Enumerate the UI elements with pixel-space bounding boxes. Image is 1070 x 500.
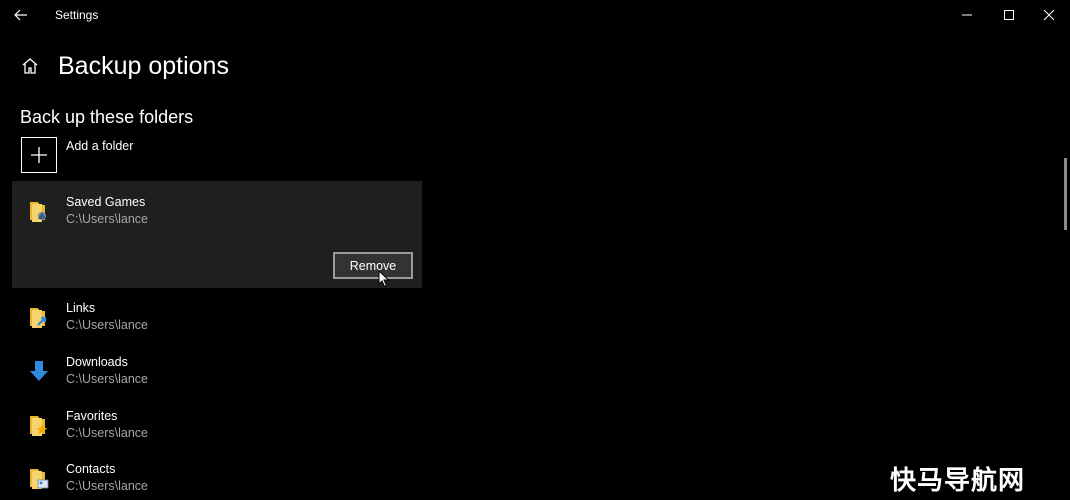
add-box[interactable] [21,137,57,173]
folder-path: C:\Users\lance [66,318,148,332]
page-header: Backup options [20,50,229,82]
folder-path: C:\Users\lance [66,372,148,386]
close-button[interactable] [1026,0,1070,30]
folder-name: Contacts [66,462,116,476]
watermark: 快马导航网 [890,466,1026,496]
section-title: Back up these folders [20,107,194,127]
vertical-scrollbar[interactable] [1064,158,1067,230]
back-button[interactable] [6,2,36,28]
add-folder-label: Add a folder [66,139,134,153]
folder-name: Saved Games [66,195,146,209]
remove-button[interactable]: Remove [333,252,413,279]
downloads-arrow-icon [30,361,48,381]
folder-item-links[interactable]: Links C:\Users\lance [26,300,148,333]
home-icon[interactable] [20,55,42,77]
page-title: Backup options [58,51,229,80]
folder-name: Links [66,301,96,315]
folder-name: Favorites [66,409,118,423]
minimize-button[interactable] [944,0,990,30]
title-bar: Settings [0,0,1070,30]
window-title: Settings [55,8,99,22]
add-folder-button[interactable]: Add a folder [21,137,133,173]
back-arrow-icon [14,9,27,21]
close-icon [1043,9,1055,21]
folder-item-contacts[interactable]: Contacts C:\Users\lance [26,461,148,494]
plus-icon [31,147,47,163]
links-folder-icon [30,308,47,328]
saved-games-folder-icon [30,202,46,222]
mouse-cursor-icon [378,270,390,288]
folder-item-favorites[interactable]: Favorites C:\Users\lance [26,408,148,441]
folder-name: Downloads [66,355,128,369]
minimize-icon [962,14,972,16]
favorites-folder-icon [30,416,48,436]
folder-path: C:\Users\lance [66,479,148,493]
maximize-icon [1004,10,1014,20]
folder-item-downloads[interactable]: Downloads C:\Users\lance [26,354,148,387]
contacts-folder-icon [30,469,49,489]
folder-path: C:\Users\lance [66,426,148,440]
folder-path: C:\Users\lance [66,212,148,226]
folder-item-saved-games[interactable]: Saved Games C:\Users\lance [26,194,148,227]
